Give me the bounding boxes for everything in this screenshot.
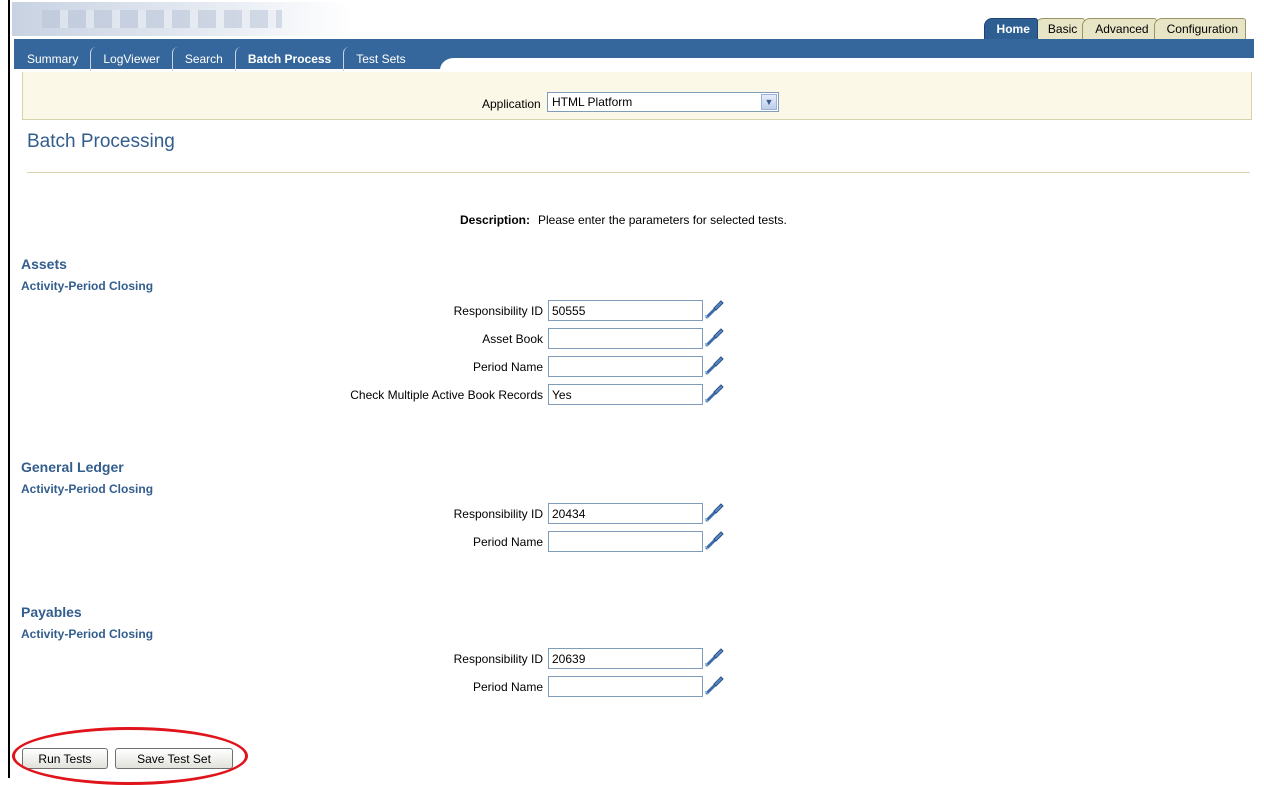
application-selected-value: HTML Platform xyxy=(552,95,633,109)
field-label: Period Name xyxy=(472,360,543,374)
flashlight-search-icon[interactable] xyxy=(704,382,724,404)
payables-responsibility-id-input[interactable] xyxy=(548,648,703,669)
save-test-set-button[interactable]: Save Test Set xyxy=(115,748,233,769)
run-tests-button[interactable]: Run Tests xyxy=(22,748,108,769)
global-tabs: Home Basic Advanced Configuration xyxy=(983,18,1246,39)
field-label: Asset Book xyxy=(482,332,543,346)
subtab-test-sets[interactable]: Test Sets xyxy=(343,47,415,71)
assets-check-multiple-active-book-records-input[interactable] xyxy=(548,384,703,405)
assets-responsibility-id-input[interactable] xyxy=(548,300,703,321)
field-label: Responsibility ID xyxy=(453,304,543,318)
flashlight-search-icon[interactable] xyxy=(704,354,724,376)
section-title-assets: Assets xyxy=(21,256,67,272)
flashlight-search-icon[interactable] xyxy=(704,326,724,348)
field-label: Responsibility ID xyxy=(453,507,543,521)
section-title-general-ledger: General Ledger xyxy=(21,459,124,475)
page-title: Batch Processing xyxy=(27,131,175,152)
subtab-logviewer[interactable]: LogViewer xyxy=(90,47,169,71)
section-subtitle-assets: Activity-Period Closing xyxy=(21,279,154,293)
gl-responsibility-id-input[interactable] xyxy=(548,503,703,524)
section-subtitle-general-ledger: Activity-Period Closing xyxy=(21,482,154,496)
description: Description: Please enter the parameters … xyxy=(460,213,787,227)
flashlight-search-icon[interactable] xyxy=(704,529,724,551)
section-subtitle-payables: Activity-Period Closing xyxy=(21,627,154,641)
description-text: Please enter the parameters for selected… xyxy=(538,213,787,227)
flashlight-search-icon[interactable] xyxy=(704,298,724,320)
subtab-batch-process[interactable]: Batch Process xyxy=(234,47,341,71)
flashlight-search-icon[interactable] xyxy=(704,501,724,523)
assets-period-name-input[interactable] xyxy=(548,356,703,377)
flashlight-search-icon[interactable] xyxy=(704,646,724,668)
field-label: Period Name xyxy=(472,680,543,694)
tab-advanced[interactable]: Advanced xyxy=(1082,18,1157,39)
chevron-down-icon[interactable]: ▼ xyxy=(761,94,777,110)
branding-logo xyxy=(12,2,352,36)
tab-home[interactable]: Home xyxy=(983,18,1038,39)
assets-asset-book-input[interactable] xyxy=(548,328,703,349)
sub-tabs: Summary LogViewer Search Batch Process T… xyxy=(14,45,418,71)
subtab-search[interactable]: Search xyxy=(171,47,233,71)
field-label: Check Multiple Active Book Records xyxy=(350,388,543,402)
title-divider xyxy=(27,172,1250,173)
application-label: Application xyxy=(482,97,541,111)
tab-basic[interactable]: Basic xyxy=(1034,18,1086,39)
gl-period-name-input[interactable] xyxy=(548,531,703,552)
flashlight-search-icon[interactable] xyxy=(704,674,724,696)
tab-configuration[interactable]: Configuration xyxy=(1153,18,1246,39)
description-label: Description: xyxy=(460,213,531,227)
field-label: Responsibility ID xyxy=(453,652,543,666)
navigation-bar-curve xyxy=(440,58,1260,72)
application-select[interactable]: HTML Platform ▼ xyxy=(547,92,779,112)
payables-period-name-input[interactable] xyxy=(548,676,703,697)
section-title-payables: Payables xyxy=(21,604,82,620)
subtab-summary[interactable]: Summary xyxy=(14,47,88,71)
field-label: Period Name xyxy=(472,535,543,549)
